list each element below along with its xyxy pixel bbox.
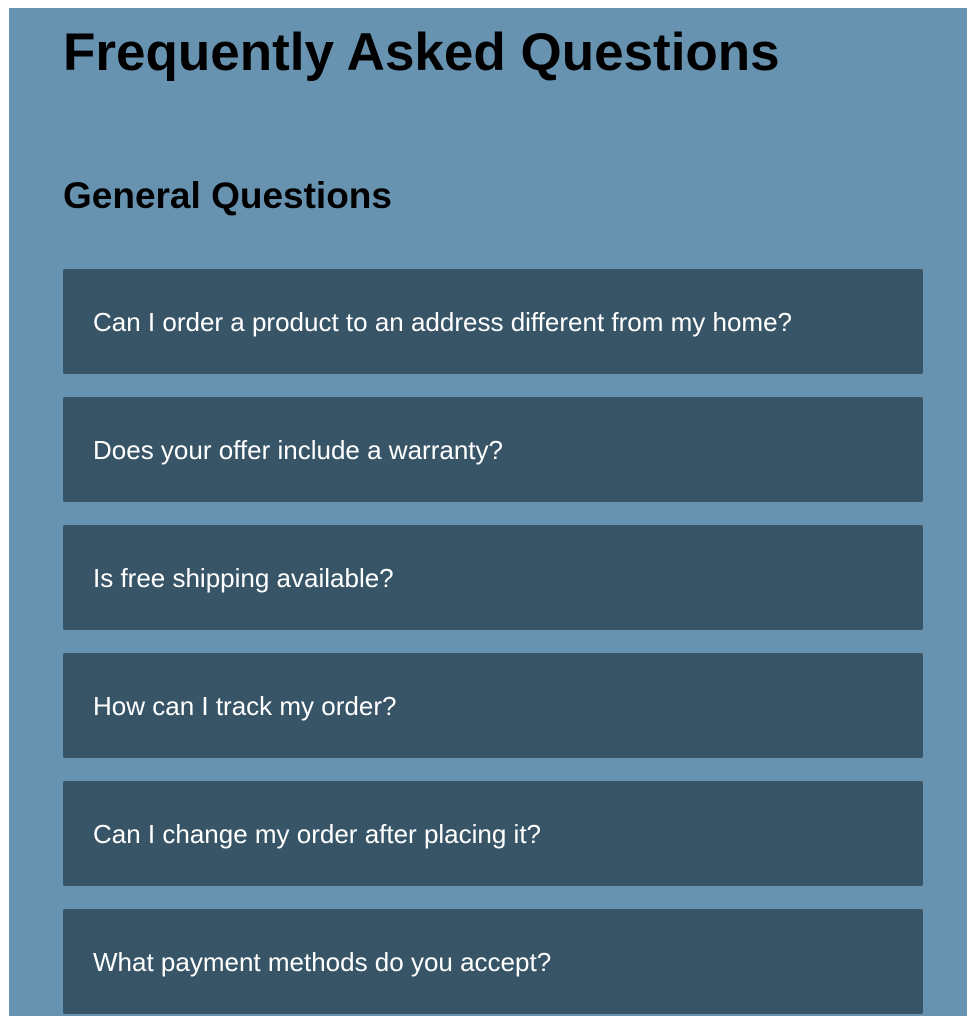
faq-question: Can I change my order after placing it? <box>93 818 542 849</box>
faq-question: What payment methods do you accept? <box>93 946 552 977</box>
faq-question: Is free shipping available? <box>93 562 394 593</box>
faq-item[interactable]: How can I track my order? <box>63 653 923 758</box>
faq-item[interactable]: Does your offer include a warranty? <box>63 397 923 502</box>
page-title: Frequently Asked Questions <box>63 23 780 82</box>
faq-item[interactable]: Can I order a product to an address diff… <box>63 269 923 374</box>
faq-item[interactable]: Can I change my order after placing it? <box>63 781 923 886</box>
faq-question: Does your offer include a warranty? <box>93 434 503 465</box>
faq-item[interactable]: Is free shipping available? <box>63 525 923 630</box>
section-title: General Questions <box>63 175 392 216</box>
faq-item[interactable]: What payment methods do you accept? <box>63 909 923 1014</box>
faq-page: Frequently Asked Questions General Quest… <box>9 8 967 1016</box>
faq-question: Can I order a product to an address diff… <box>93 306 792 337</box>
faq-question: How can I track my order? <box>93 690 397 721</box>
faq-list: Can I order a product to an address diff… <box>63 269 923 1016</box>
